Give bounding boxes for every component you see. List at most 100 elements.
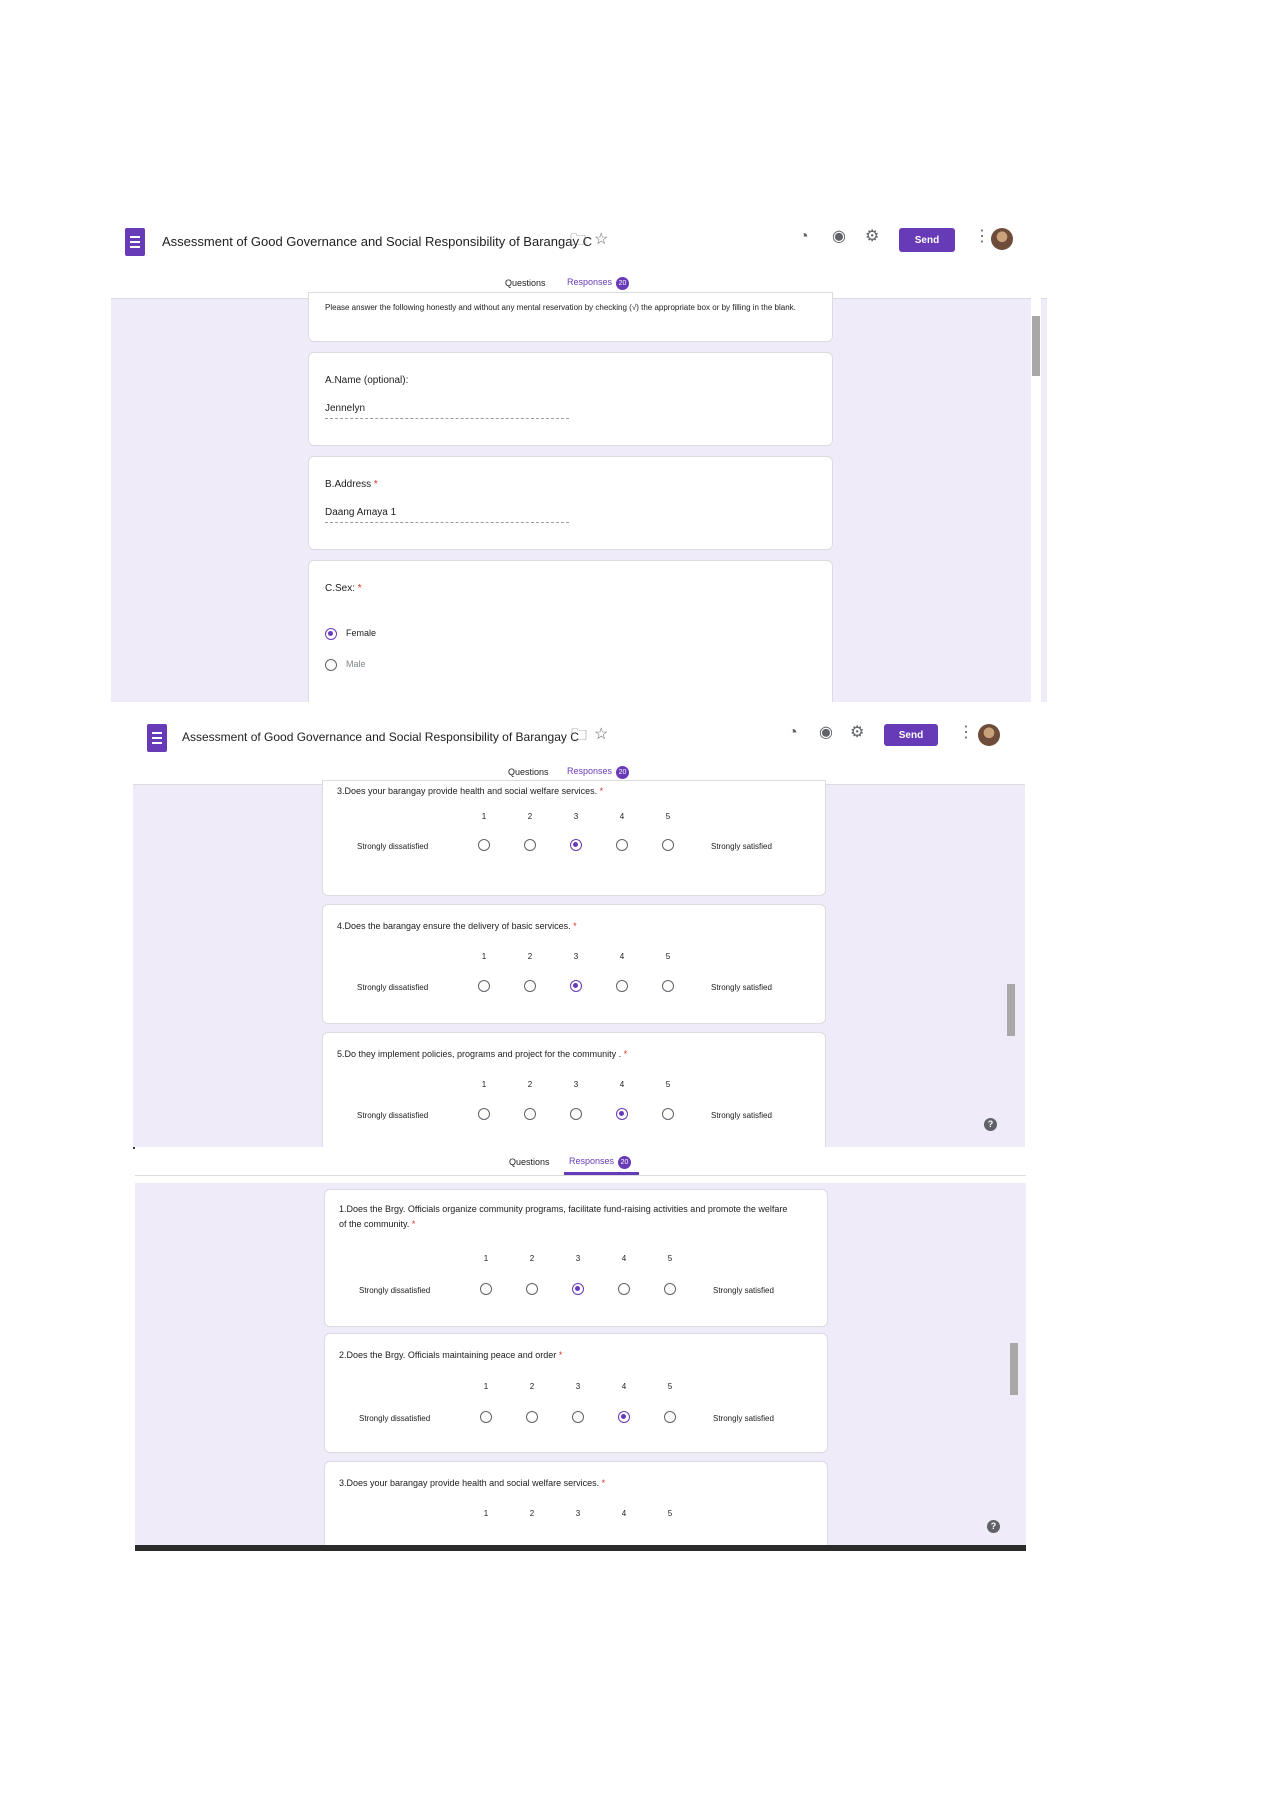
more-vert-icon[interactable]: ⋮ — [974, 229, 990, 245]
divider — [135, 1175, 1026, 1176]
scale-low-label: Strongly dissatisfied — [357, 983, 429, 992]
scale-number-5: 5 — [667, 1509, 673, 1518]
question-5-text: 5.Do they implement policies, programs a… — [337, 1047, 627, 1062]
required-mark: * — [573, 921, 577, 931]
tab-responses[interactable]: Responses 20 — [567, 277, 630, 290]
radio-5[interactable] — [662, 839, 674, 851]
scale-number-4: 4 — [619, 1080, 625, 1089]
scale-number-3: 3 — [573, 812, 579, 821]
radio-5[interactable] — [664, 1411, 676, 1423]
form-title[interactable]: Assessment of Good Governance and Social… — [182, 730, 579, 744]
forms-icon[interactable] — [147, 724, 167, 752]
instructions-text: Please answer the following honestly and… — [325, 303, 796, 312]
scale-number-1: 1 — [481, 1080, 487, 1089]
name-answer[interactable]: Jennelyn — [325, 403, 569, 419]
more-vert-icon[interactable]: ⋮ — [958, 725, 974, 741]
radio-1[interactable] — [478, 839, 490, 851]
tab-questions[interactable]: Questions — [505, 278, 546, 288]
scrollbar-thumb[interactable] — [1032, 316, 1040, 376]
radio-3[interactable] — [570, 980, 582, 992]
top-bar: Assessment of Good Governance and Social… — [111, 228, 1047, 299]
instructions-card: Please answer the following honestly and… — [308, 292, 833, 342]
scale-high-label: Strongly satisfied — [711, 842, 772, 851]
scale-high-label: Strongly satisfied — [711, 1111, 772, 1120]
tab-responses[interactable]: Responses 20 — [569, 1156, 632, 1169]
scale-number-3: 3 — [573, 952, 579, 961]
radio-3[interactable] — [572, 1283, 584, 1295]
radio-3[interactable] — [570, 1108, 582, 1120]
option-female-label: Female — [346, 628, 377, 638]
radio-5[interactable] — [662, 1108, 674, 1120]
sex-label: C.Sex: * — [325, 581, 362, 596]
address-question-card: B.Address * Daang Amaya 1 — [308, 456, 833, 550]
palette-icon[interactable]: ◔ — [788, 725, 798, 741]
gear-icon[interactable]: ⚙ — [865, 229, 879, 245]
avatar[interactable] — [978, 724, 1000, 746]
send-button[interactable]: Send — [899, 228, 955, 252]
eye-icon[interactable]: ◉ — [819, 725, 833, 741]
scale-number-1: 1 — [481, 812, 487, 821]
radio-5[interactable] — [664, 1283, 676, 1295]
question-2-text: 2.Does the Brgy. Officials maintaining p… — [339, 1348, 562, 1363]
scale-number-5: 5 — [667, 1382, 673, 1391]
radio-4[interactable] — [618, 1411, 630, 1423]
question-card-3: 3.Does your barangay provide health and … — [324, 1461, 828, 1545]
radio-2[interactable] — [526, 1283, 538, 1295]
scale-number-4: 4 — [621, 1254, 627, 1263]
scale-high-label: Strongly satisfied — [713, 1286, 774, 1295]
help-icon[interactable]: ? — [987, 1520, 1000, 1533]
question-2-label: 2.Does the Brgy. Officials maintaining p… — [339, 1350, 557, 1360]
radio-2[interactable] — [524, 839, 536, 851]
star-icon[interactable]: ☆ — [594, 232, 608, 248]
radio-1[interactable] — [478, 1108, 490, 1120]
tab-responses-label: Responses — [569, 1156, 615, 1166]
avatar[interactable] — [991, 228, 1013, 250]
help-icon[interactable]: ? — [984, 1118, 997, 1131]
tab-questions[interactable]: Questions — [509, 1157, 550, 1167]
radio-4[interactable] — [616, 1108, 628, 1120]
top-bar: Questions Responses 20 — [135, 1147, 1026, 1183]
palette-icon[interactable]: ◔ — [799, 229, 809, 245]
scale-high-label: Strongly satisfied — [711, 983, 772, 992]
form-title[interactable]: Assessment of Good Governance and Social… — [162, 234, 592, 249]
folder-icon[interactable]: 🗀 — [571, 728, 587, 744]
radio-2[interactable] — [526, 1411, 538, 1423]
scale-low-label: Strongly dissatisfied — [357, 1111, 429, 1120]
radio-female[interactable] — [325, 628, 337, 640]
radio-4[interactable] — [616, 839, 628, 851]
folder-icon[interactable]: 🗀 — [570, 233, 586, 249]
radio-1[interactable] — [480, 1411, 492, 1423]
radio-2[interactable] — [524, 980, 536, 992]
radio-3[interactable] — [570, 839, 582, 851]
required-mark: * — [357, 583, 362, 594]
star-icon[interactable]: ☆ — [594, 727, 608, 743]
radio-4[interactable] — [618, 1283, 630, 1295]
gear-icon[interactable]: ⚙ — [850, 725, 864, 741]
radio-1[interactable] — [478, 980, 490, 992]
scrollbar-thumb[interactable] — [1010, 1343, 1018, 1395]
scale-number-2: 2 — [529, 1254, 535, 1263]
required-mark: * — [411, 1219, 416, 1229]
radio-1[interactable] — [480, 1283, 492, 1295]
forms-icon[interactable] — [125, 228, 145, 256]
scale-low-label: Strongly dissatisfied — [359, 1414, 431, 1423]
tab-responses[interactable]: Responses 20 — [567, 766, 630, 779]
scale-number-2: 2 — [527, 812, 533, 821]
required-mark: * — [599, 786, 604, 796]
radio-2[interactable] — [524, 1108, 536, 1120]
tab-questions[interactable]: Questions — [508, 767, 549, 777]
send-button[interactable]: Send — [884, 724, 938, 746]
radio-3[interactable] — [572, 1411, 584, 1423]
address-label: B.Address * — [325, 477, 378, 492]
scrollbar-track — [1031, 228, 1041, 702]
radio-4[interactable] — [616, 980, 628, 992]
address-answer[interactable]: Daang Amaya 1 — [325, 507, 569, 523]
top-bar: Assessment of Good Governance and Social… — [133, 724, 1025, 785]
question-5-label: 5.Do they implement policies, programs a… — [337, 1049, 622, 1059]
radio-male[interactable] — [325, 659, 337, 671]
eye-icon[interactable]: ◉ — [832, 229, 846, 245]
scale-number-1: 1 — [481, 952, 487, 961]
screenshot-3: Questions Responses 20 1.Does the Brgy. O… — [135, 1147, 1026, 1551]
radio-5[interactable] — [662, 980, 674, 992]
scrollbar-thumb[interactable] — [1007, 984, 1015, 1036]
